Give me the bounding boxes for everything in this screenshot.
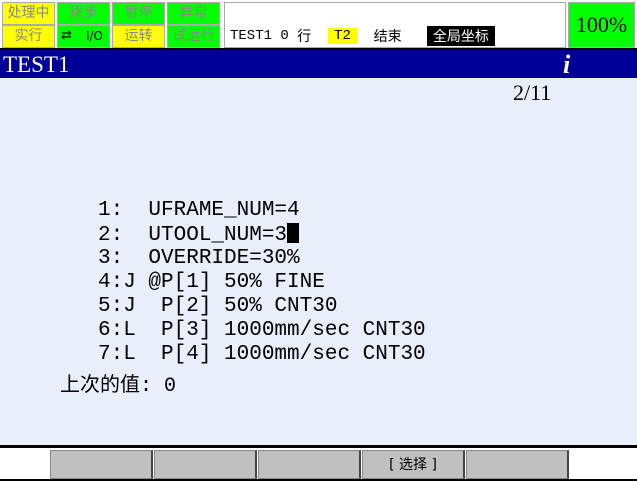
status-fault: 异常: [167, 2, 220, 25]
io-label: I/O: [85, 29, 103, 43]
program-line[interactable]: 4:J @P[1] 50% FINE: [98, 271, 325, 295]
status-prod: 运转: [112, 25, 165, 48]
program-line[interactable]: 5:J P[2] 50% CNT30: [98, 295, 337, 319]
program-line[interactable]: 3: OVERRIDE=30%: [98, 247, 300, 271]
status-line-box: TEST1 0 行 T2 结束 全局坐标: [224, 2, 566, 48]
coord-badge: 全局坐标: [426, 26, 495, 46]
f2-key[interactable]: [154, 450, 257, 479]
status-busy: 处理中: [2, 2, 55, 25]
status-tcyc: 试运行: [167, 25, 220, 48]
line-unit: 行: [297, 30, 312, 46]
program-editor: 2/11 1: UFRAME_NUM=4 2: UTOOL_NUM=3 3: O…: [0, 78, 637, 445]
program-name: TEST1: [230, 28, 273, 44]
title-bar: TEST1 i: [0, 50, 637, 80]
f3-key[interactable]: [258, 450, 361, 479]
page-indicator: 2/11: [513, 80, 552, 105]
page-title: TEST1: [3, 52, 70, 77]
f1-key[interactable]: [50, 450, 153, 479]
program-line[interactable]: 1: UFRAME_NUM=4: [98, 199, 300, 223]
status-step: 逐步: [57, 2, 110, 25]
f4-select-key[interactable]: [ 选择 ]: [362, 450, 465, 479]
line-number: 0: [280, 28, 289, 44]
mode-badge: T2: [328, 28, 357, 44]
last-value: 上次的值: 0: [60, 375, 177, 398]
status-io: ⇄ I/O: [57, 25, 110, 48]
io-icon: ⇄: [61, 28, 72, 43]
line-text: 2: UTOOL_NUM=3: [98, 224, 288, 247]
status-run: 实行: [2, 25, 55, 48]
info-icon[interactable]: i: [563, 50, 570, 80]
exec-state: 结束: [373, 30, 402, 46]
text-cursor: [287, 223, 300, 243]
program-line[interactable]: 2: UTOOL_NUM=3: [98, 223, 300, 248]
f5-key[interactable]: [466, 450, 569, 479]
program-line[interactable]: 6:L P[3] 1000mm/sec CNT30: [98, 319, 426, 343]
override-percent: 100%: [568, 2, 635, 48]
program-line[interactable]: 7:L P[4] 1000mm/sec CNT30: [98, 343, 426, 367]
status-hold: 暂停: [112, 2, 165, 25]
divider: [0, 445, 637, 448]
